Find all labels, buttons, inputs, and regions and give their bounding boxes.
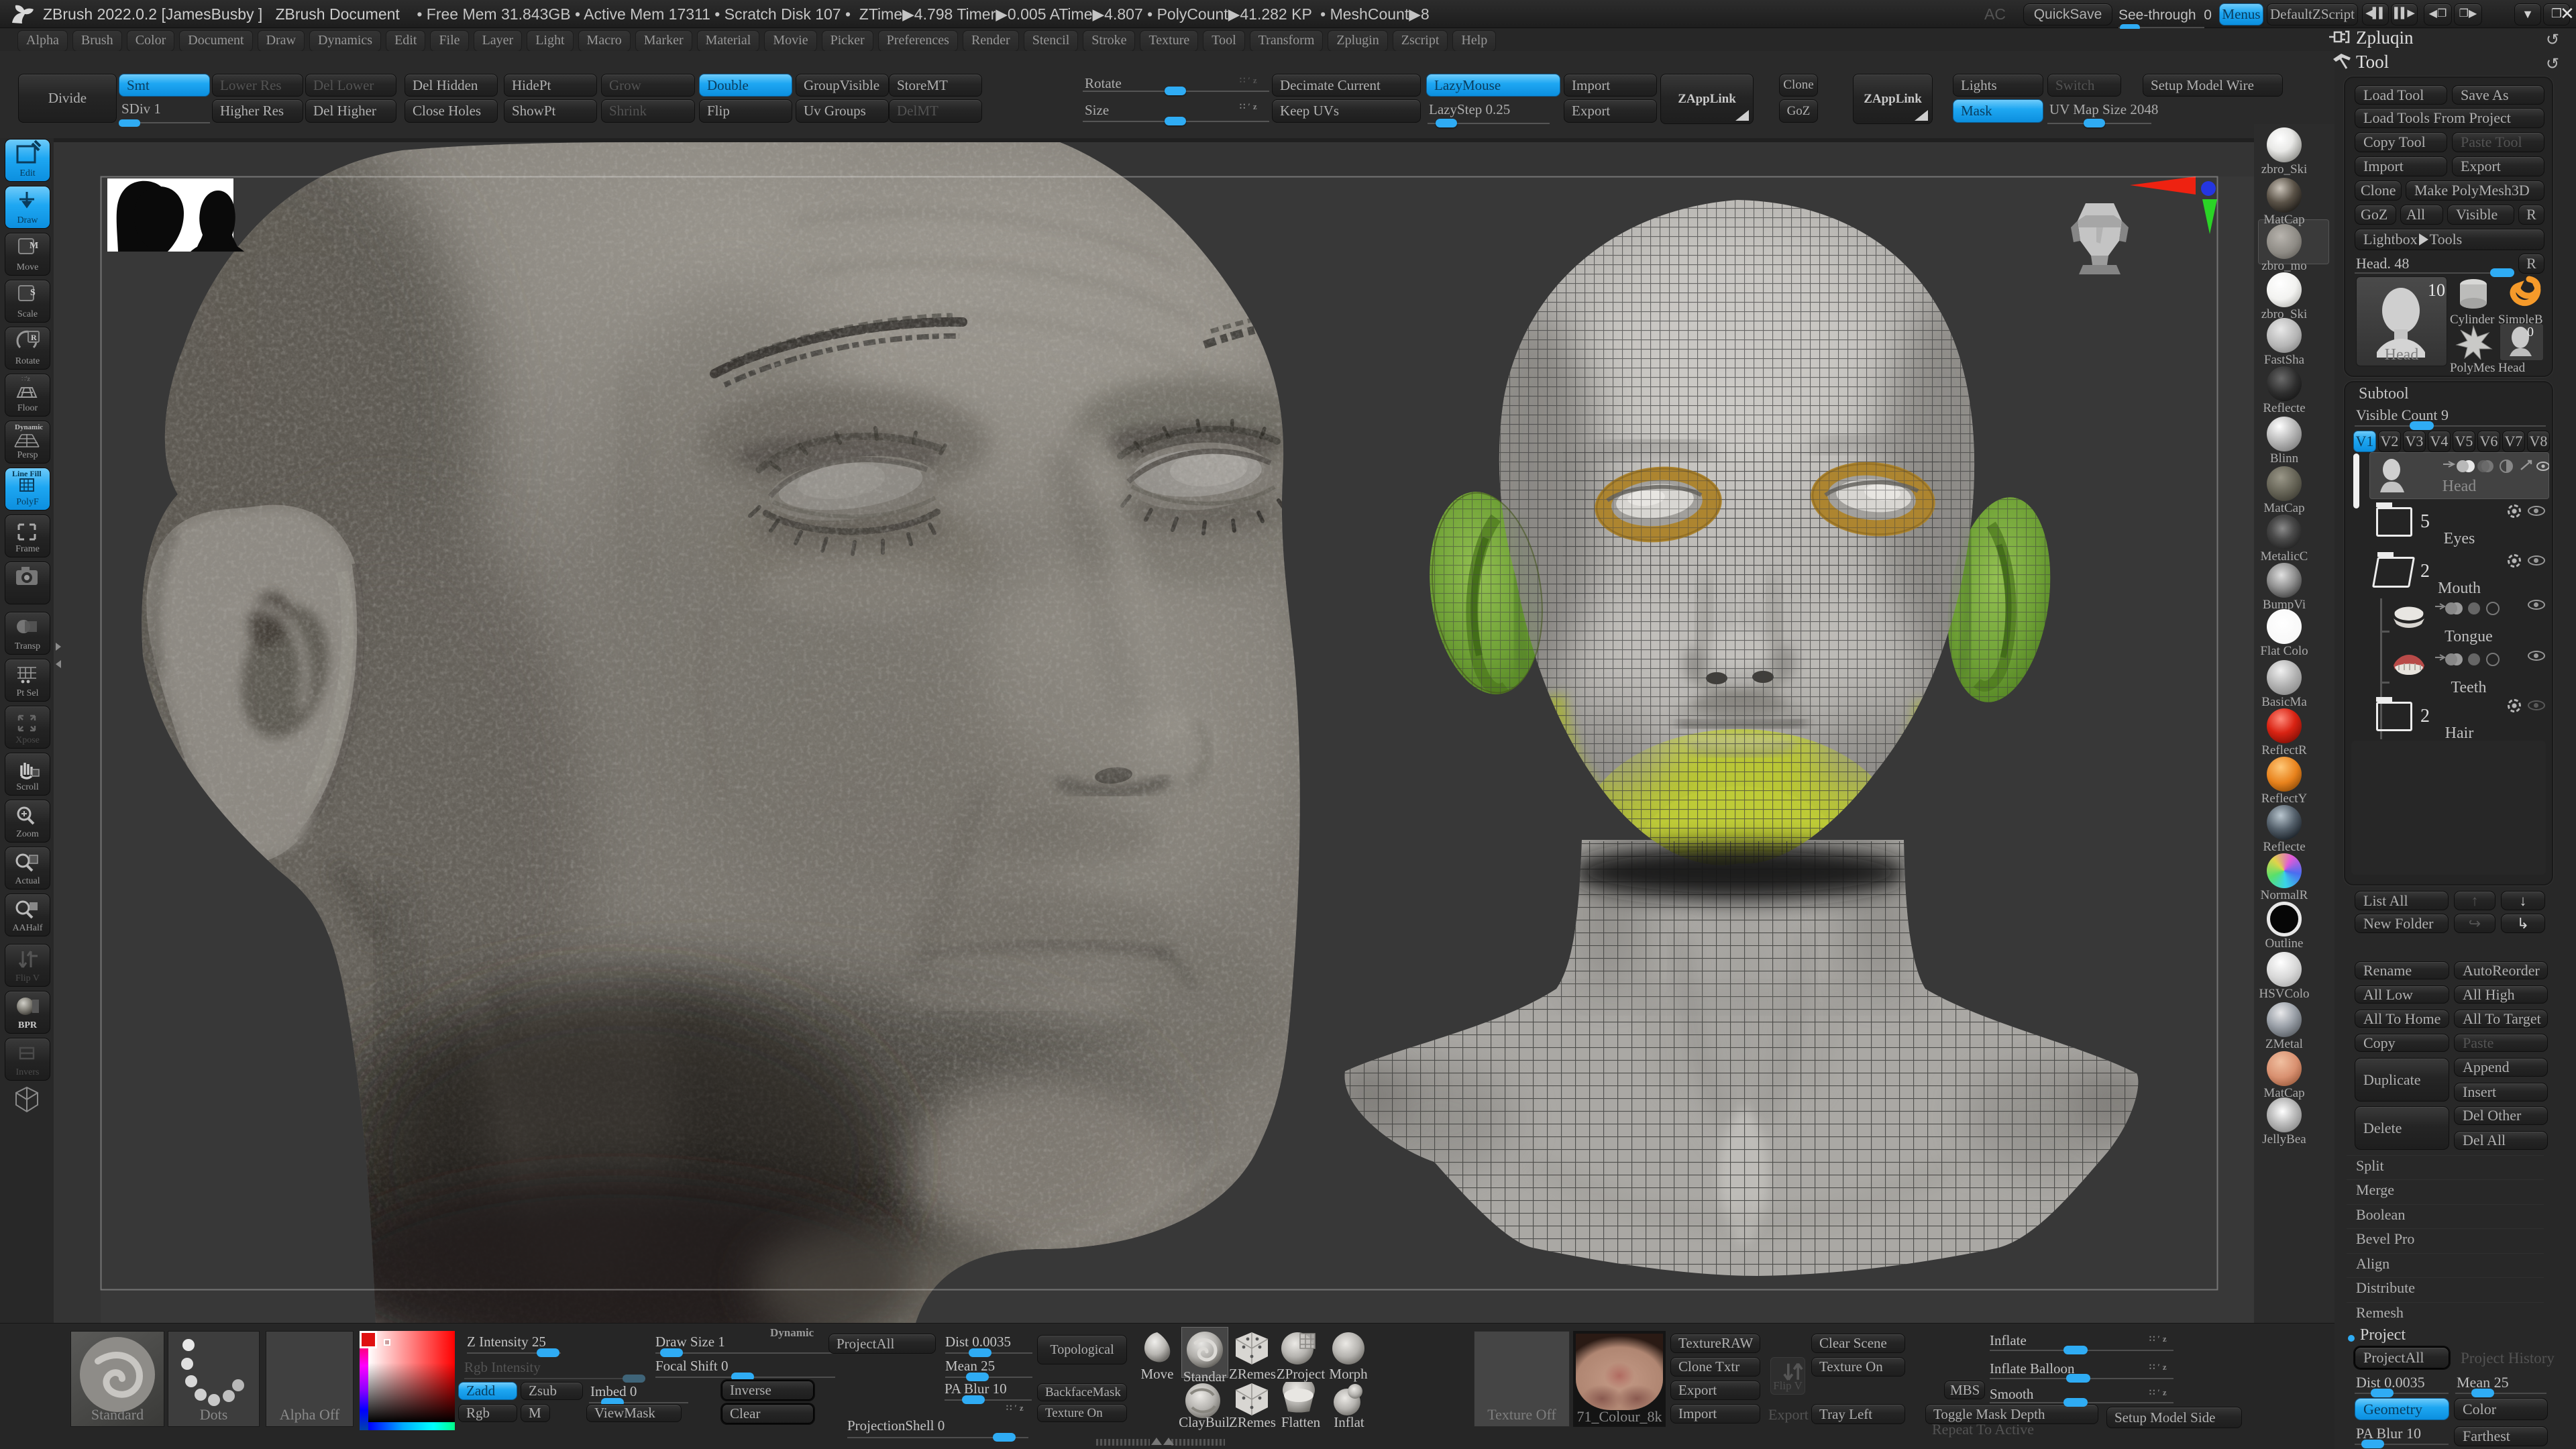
svg-text:R: R xyxy=(31,333,37,342)
svg-text:M: M xyxy=(30,241,38,251)
svg-text:Dynamic: Dynamic xyxy=(15,423,43,431)
svg-text:S: S xyxy=(30,288,36,298)
svg-text:0: 0 xyxy=(2527,325,2534,339)
svg-text:∷ʹz: ∷ʹz xyxy=(21,376,31,383)
svg-text:10: 10 xyxy=(2428,280,2445,300)
svg-text:Line Fill: Line Fill xyxy=(12,469,42,478)
